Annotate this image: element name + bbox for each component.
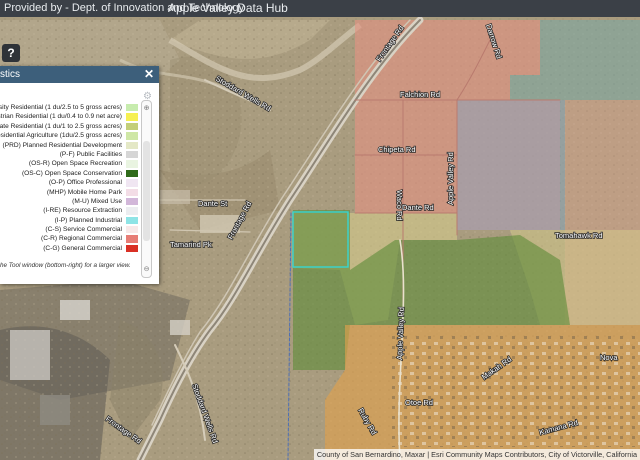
top-banner: Provided by - Dept. of Innovation and Te… xyxy=(0,0,640,17)
legend-item-label: strian Residential (1 du/0.4 to 0.9 net … xyxy=(0,113,122,121)
legend-item-swatch xyxy=(126,216,138,225)
legend-item-label: (C-R) Regional Commercial xyxy=(41,235,122,243)
label-apple-valley: Apple Valley Rd xyxy=(446,152,455,205)
legend-item-label: (MHP) Mobile Home Park xyxy=(46,188,122,196)
label-dante-east: Dante Rd xyxy=(402,203,434,212)
legend-item-swatch xyxy=(126,207,138,215)
scroll-thumb[interactable] xyxy=(143,141,150,241)
legend-item-swatch xyxy=(126,226,138,234)
legend-item: (C-R) Regional Commercial xyxy=(0,234,140,243)
legend-item-label: (PRD) Planned Residential Development xyxy=(2,141,122,149)
legend-item: esidential Agriculture (1du/2.5 gross ac… xyxy=(0,131,140,140)
legend-item-swatch xyxy=(126,122,138,131)
legend-item: (I-P) Planned Industrial xyxy=(0,216,140,225)
legend-item-label: nsity Residential (1 du/2.5 to 5 gross a… xyxy=(0,104,122,111)
legend-item: strian Residential (1 du/0.4 to 0.9 net … xyxy=(0,112,140,121)
close-icon[interactable]: ✕ xyxy=(144,66,154,83)
zone-blue[interactable] xyxy=(457,100,565,230)
legend-item-label: (I-RE) Resource Extraction xyxy=(43,207,122,215)
legend-item-label: (O-P) Office Professional xyxy=(48,179,122,187)
legend-item: (OS-C) Open Space Conservation xyxy=(0,169,140,178)
legend-item-swatch xyxy=(126,169,138,178)
legend-item-label: state Residential (1 du/1 to 2.5 gross a… xyxy=(0,122,122,130)
legend-item: (P-F) Public Facilities xyxy=(0,150,140,159)
legend-item: (C-G) General Commercial xyxy=(0,244,140,253)
legend-item-label: esidential Agriculture (1du/2.5 gross ac… xyxy=(0,132,122,140)
legend-footnote: he Tool window (bottom-right) for a larg… xyxy=(0,262,131,269)
legend-item-swatch xyxy=(126,179,138,187)
legend-item-swatch xyxy=(126,197,138,206)
label-tomahawk: Tomahawk Rd xyxy=(555,231,603,240)
legend-item: state Residential (1 du/1 to 2.5 gross a… xyxy=(0,122,140,131)
legend-item-swatch xyxy=(126,188,138,196)
legend-item-swatch xyxy=(126,104,138,112)
legend-item-label: (OS-R) Open Space Recreation xyxy=(28,160,122,168)
legend-item-swatch xyxy=(126,244,138,253)
legend-item: (O-P) Office Professional xyxy=(0,178,140,187)
legend-item: (MHP) Mobile Home Park xyxy=(0,188,140,197)
scroll-up-icon[interactable]: ⊕ xyxy=(142,104,151,113)
legend-item-swatch xyxy=(126,235,138,243)
legend-item-label: (OS-C) Open Space Conservation xyxy=(21,169,122,177)
legend-item-swatch xyxy=(126,113,138,121)
legend-item-swatch xyxy=(126,132,138,140)
legend-panel-header[interactable]: stics ✕ xyxy=(0,66,159,83)
label-dante-west: Dante St xyxy=(198,199,228,208)
legend-item-label: (C-S) Service Commercial xyxy=(45,226,122,234)
legend-panel-title: stics xyxy=(0,69,20,80)
label-nova: Nova xyxy=(600,353,618,362)
legend-list: nsity Residential (1 du/2.5 to 5 gross a… xyxy=(0,103,140,253)
legend-item-swatch xyxy=(126,160,138,168)
legend-item-label: (P-F) Public Facilities xyxy=(59,150,122,158)
legend-item-label: (C-G) General Commercial xyxy=(43,244,122,252)
label-apple-valley-south: Apple Valley Rd xyxy=(395,307,406,360)
legend-item-swatch xyxy=(126,150,138,159)
label-otoe: Otoe Rd xyxy=(405,398,433,407)
residential-blocks xyxy=(390,335,640,447)
legend-item: (I-RE) Resource Extraction xyxy=(0,206,140,215)
legend-item-label: (M-U) Mixed Use xyxy=(72,197,122,205)
app-title: Apple Valley Data Hub xyxy=(168,1,288,15)
legend-item: nsity Residential (1 du/2.5 to 5 gross a… xyxy=(0,103,140,112)
legend-item-swatch xyxy=(126,141,138,149)
legend-item: (OS-R) Open Space Recreation xyxy=(0,159,140,168)
label-falchion: Falchion Rd xyxy=(400,90,440,99)
legend-item: (C-S) Service Commercial xyxy=(0,225,140,234)
map-attribution: County of San Bernardino, Maxar | Esri C… xyxy=(313,449,640,460)
legend-scrollbar[interactable]: ⊕ ⊖ xyxy=(141,100,152,278)
legend-item: (PRD) Planned Residential Development xyxy=(0,141,140,150)
label-waco: Waco Rd xyxy=(395,190,404,221)
legend-item: (M-U) Mixed Use xyxy=(0,197,140,206)
legend-panel: stics ✕ ⚙ nsity Residential (1 du/2.5 to… xyxy=(0,66,159,284)
help-button[interactable]: ? xyxy=(2,44,20,62)
legend-item-label: (I-P) Planned Industrial xyxy=(54,216,122,224)
label-chipeta: Chipeta Rd xyxy=(378,145,416,154)
label-tamarind: Tamarind Pk xyxy=(170,240,212,249)
